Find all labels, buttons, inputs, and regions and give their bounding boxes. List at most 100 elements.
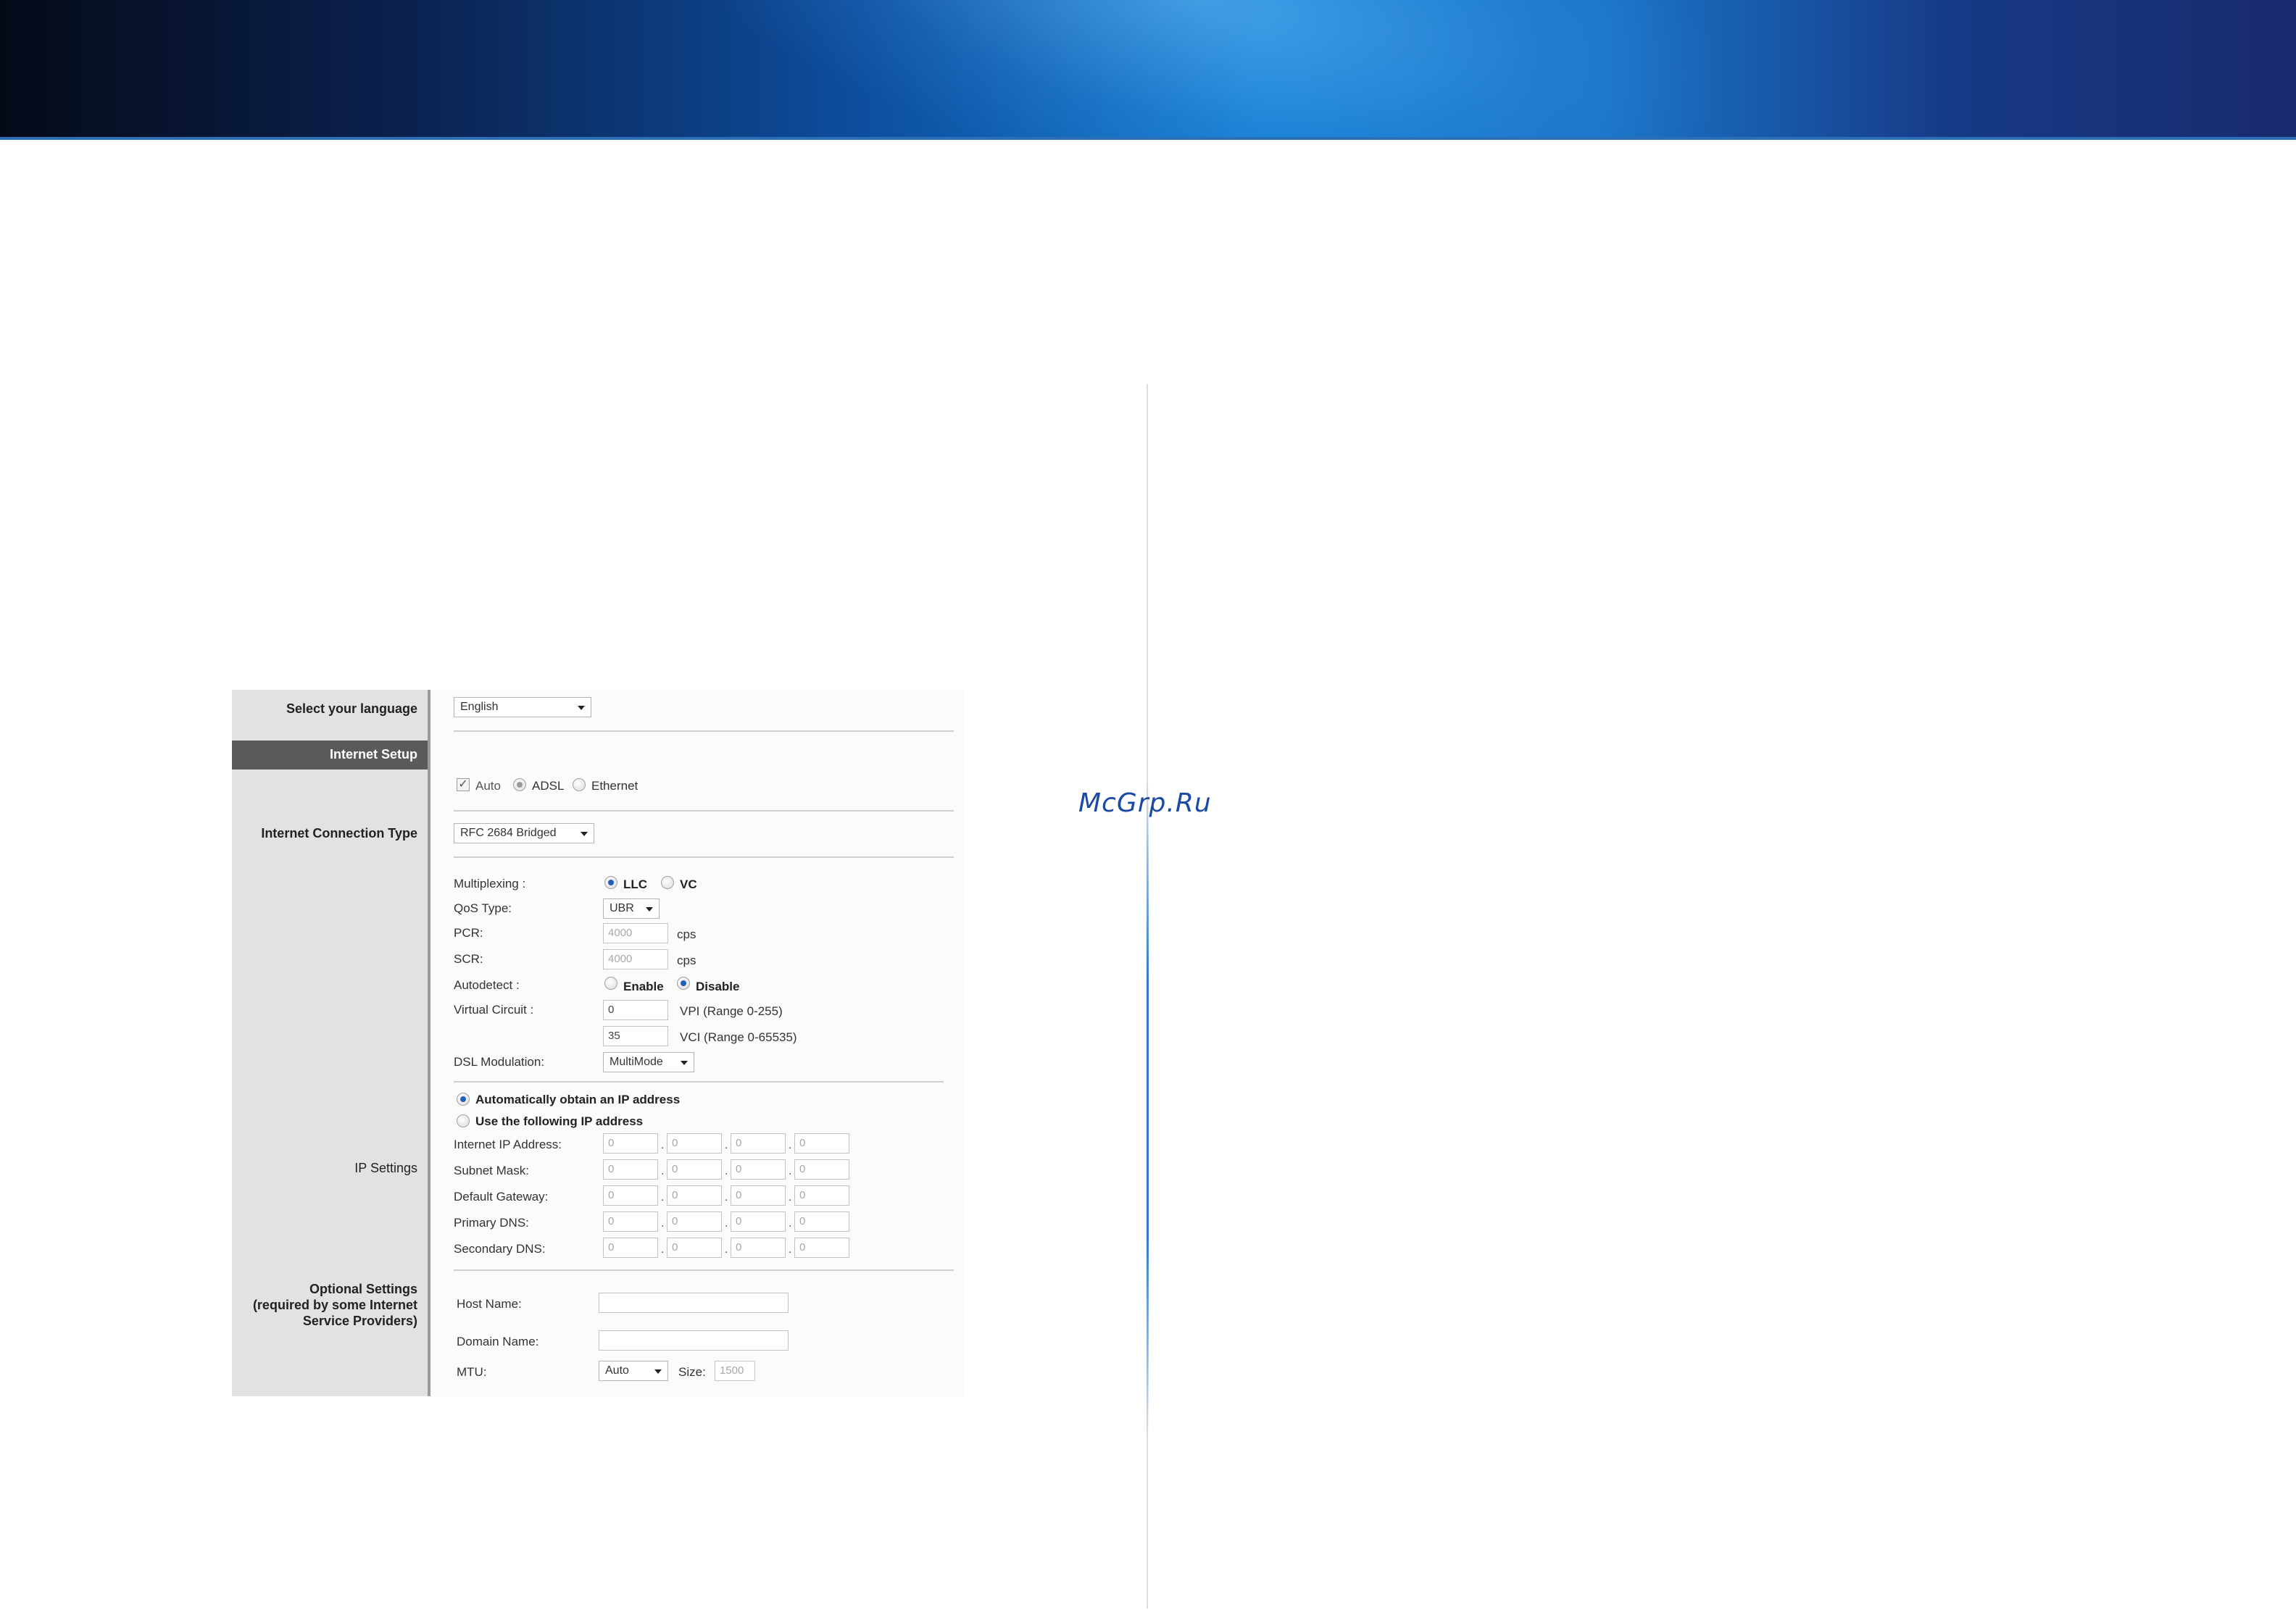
vc-label: VC — [680, 877, 697, 891]
auto-checkbox[interactable]: ✓ — [457, 778, 470, 791]
autodetect-enable-radio[interactable] — [604, 977, 617, 990]
ip-octet-input[interactable]: 0 — [731, 1159, 786, 1180]
ip-octet-input[interactable]: 0 — [667, 1185, 722, 1206]
octet-separator: . — [725, 1139, 728, 1151]
domain-name-input[interactable] — [599, 1330, 789, 1351]
host-name-input[interactable] — [599, 1293, 789, 1313]
mtu-label: MTU: — [457, 1365, 487, 1379]
divider — [454, 1269, 954, 1271]
chevron-down-icon — [578, 706, 585, 710]
router-settings-panel: Select your language Internet Setup Inte… — [232, 690, 964, 1396]
pcr-unit: cps — [677, 927, 696, 941]
chevron-down-icon — [581, 832, 588, 836]
divider — [454, 856, 954, 858]
octet-separator: . — [725, 1243, 728, 1256]
ip-octet-input[interactable]: 0 — [667, 1159, 722, 1180]
autodetect-disable-radio[interactable] — [677, 977, 690, 990]
ip-octet-input[interactable]: 0 — [603, 1238, 658, 1258]
domain-name-label: Domain Name: — [457, 1335, 539, 1348]
chevron-down-icon — [646, 907, 653, 912]
ip-octet-input[interactable]: 0 — [667, 1133, 722, 1154]
octet-separator: . — [789, 1243, 792, 1256]
language-select[interactable]: English — [454, 697, 591, 717]
optional-settings-line3: Service Providers) — [302, 1314, 417, 1328]
dsl-modulation-value: MultiMode — [610, 1056, 663, 1068]
octet-separator: . — [789, 1191, 792, 1204]
ip-octet-input[interactable]: 0 — [603, 1159, 658, 1180]
dsl-modulation-label: DSL Modulation: — [454, 1055, 545, 1069]
octet-separator: . — [661, 1243, 665, 1256]
connection-type-select[interactable]: RFC 2684 Bridged — [454, 823, 594, 843]
ip-static-radio[interactable] — [457, 1114, 470, 1127]
octet-separator: . — [725, 1217, 728, 1230]
autodetect-disable-label: Disable — [696, 980, 740, 993]
header-banner — [0, 0, 2296, 140]
vc-radio[interactable] — [661, 876, 674, 889]
ethernet-label: Ethernet — [591, 779, 639, 793]
internet-setup-title: Internet Setup — [329, 747, 417, 762]
vci-hint: VCI (Range 0-65535) — [680, 1030, 797, 1044]
internet-setup-header: Internet Setup — [232, 741, 428, 769]
octet-separator: . — [661, 1139, 665, 1151]
ip-octet-input[interactable]: 0 — [603, 1185, 658, 1206]
ip-static-label: Use the following IP address — [475, 1114, 644, 1128]
adsl-radio[interactable] — [513, 778, 526, 791]
optional-settings-line2: (required by some Internet — [252, 1298, 417, 1312]
language-value: English — [460, 701, 499, 713]
dsl-modulation-select[interactable]: MultiMode — [603, 1052, 694, 1072]
settings-main: English ✓ Auto ADSL Ethernet RFC 2684 Br… — [430, 690, 964, 1396]
connection-type-value: RFC 2684 Bridged — [460, 827, 557, 839]
ip-octet-input[interactable]: 0 — [794, 1211, 849, 1232]
vci-input[interactable]: 35 — [603, 1026, 668, 1046]
ip-octet-input[interactable]: 0 — [731, 1133, 786, 1154]
octet-separator: . — [789, 1139, 792, 1151]
host-name-label: Host Name: — [457, 1297, 522, 1311]
octet-separator: . — [725, 1165, 728, 1177]
octet-separator: . — [661, 1165, 665, 1177]
ip-octet-input[interactable]: 0 — [667, 1238, 722, 1258]
octet-separator: . — [789, 1217, 792, 1230]
pcr-input[interactable]: 4000 — [603, 923, 668, 943]
ip-octet-input[interactable]: 0 — [794, 1238, 849, 1258]
qos-select[interactable]: UBR — [603, 898, 660, 919]
ip-octet-input[interactable]: 0 — [603, 1133, 658, 1154]
ip-octet-input[interactable]: 0 — [794, 1159, 849, 1180]
autodetect-enable-label: Enable — [623, 980, 664, 993]
vpi-hint: VPI (Range 0-255) — [680, 1004, 783, 1018]
connection-type-label: Internet Connection Type — [261, 826, 417, 841]
ip-octet-input[interactable]: 0 — [794, 1185, 849, 1206]
mtu-select[interactable]: Auto — [599, 1361, 668, 1381]
watermark: McGrp.Ru — [1078, 788, 1212, 818]
ip-field-label: Subnet Mask: — [454, 1164, 529, 1177]
vpi-input[interactable]: 0 — [603, 1000, 668, 1020]
mtu-value: Auto — [605, 1364, 629, 1377]
settings-sidebar: Select your language Internet Setup Inte… — [232, 690, 430, 1396]
virtual-circuit-label: Virtual Circuit : — [454, 1003, 534, 1017]
divider — [454, 730, 954, 732]
octet-separator: . — [725, 1191, 728, 1204]
ip-octet-input[interactable]: 0 — [603, 1211, 658, 1232]
ip-octet-input[interactable]: 0 — [667, 1211, 722, 1232]
language-label: Select your language — [286, 701, 417, 716]
chevron-down-icon — [681, 1061, 688, 1065]
ip-octet-input[interactable]: 0 — [794, 1133, 849, 1154]
ip-auto-radio[interactable] — [457, 1093, 470, 1106]
column-divider-accent — [1147, 783, 1149, 1435]
ip-field-label: Default Gateway: — [454, 1190, 549, 1204]
scr-input[interactable]: 4000 — [603, 949, 668, 969]
ip-octet-input[interactable]: 0 — [731, 1238, 786, 1258]
ip-auto-label: Automatically obtain an IP address — [475, 1093, 681, 1106]
ip-octet-input[interactable]: 0 — [731, 1185, 786, 1206]
mtu-size-input[interactable]: 1500 — [715, 1361, 755, 1381]
mtu-size-label: Size: — [678, 1365, 706, 1379]
ip-octet-input[interactable]: 0 — [731, 1211, 786, 1232]
ip-settings-label: IP Settings — [354, 1161, 417, 1175]
ip-field-label: Internet IP Address: — [454, 1138, 562, 1151]
octet-separator: . — [661, 1191, 665, 1204]
scr-unit: cps — [677, 954, 696, 967]
ethernet-radio[interactable] — [573, 778, 586, 791]
llc-radio[interactable] — [604, 876, 617, 889]
autodetect-label: Autodetect : — [454, 978, 520, 992]
chevron-down-icon — [654, 1369, 662, 1374]
ip-field-label: Secondary DNS: — [454, 1242, 546, 1256]
